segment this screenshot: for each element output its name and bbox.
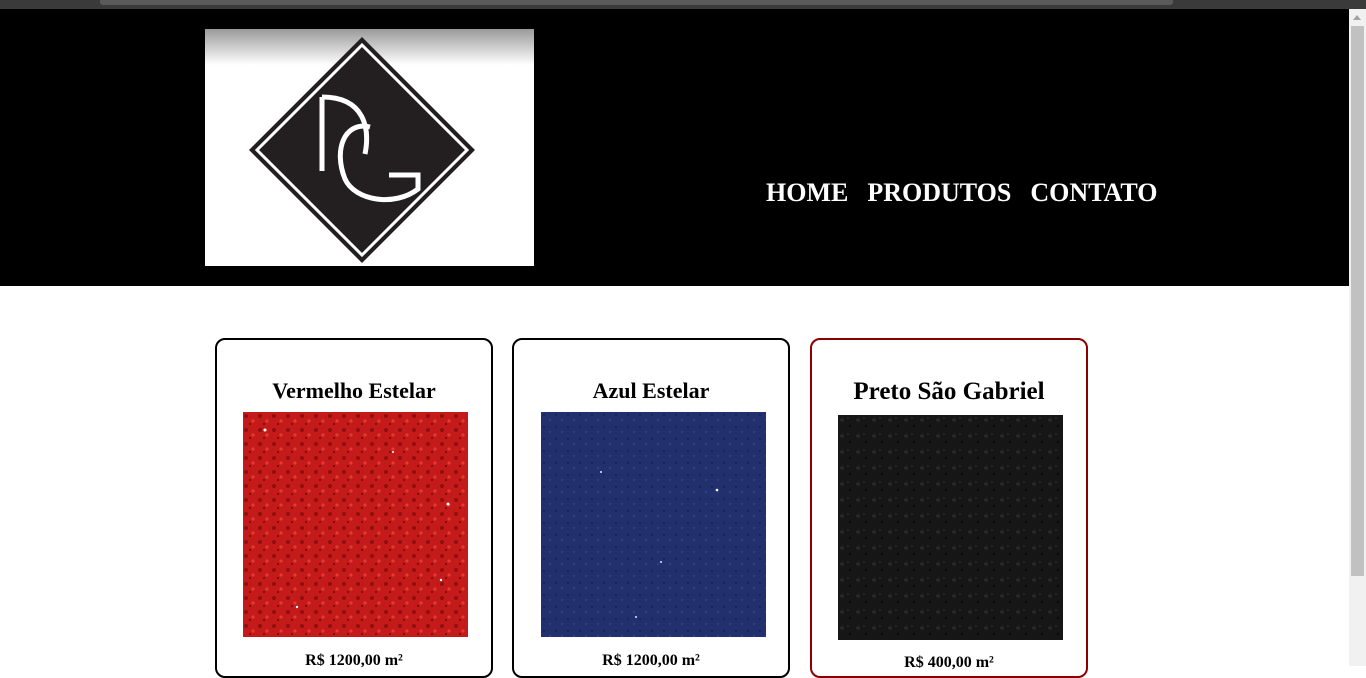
product-card[interactable]: Vermelho Estelar R$ 1200,00 m² [215,338,493,678]
nav-home-link[interactable]: HOME [766,175,848,211]
browser-top-strip [0,0,1366,9]
scrollbar-thumb[interactable] [1351,26,1364,576]
product-image [838,415,1063,640]
nav-contato-link[interactable]: CONTATO [1030,175,1157,211]
vertical-scrollbar[interactable] [1349,9,1366,666]
product-card-active[interactable]: Preto São Gabriel R$ 400,00 m² [810,338,1088,678]
site-header: DG HOME PRODUTOS CONTATO [0,9,1349,286]
product-price: R$ 400,00 m² [904,654,994,671]
main-nav: HOME PRODUTOS CONTATO [766,175,1157,211]
scroll-up-icon[interactable] [1349,9,1366,26]
product-title: Azul Estelar [592,378,710,403]
product-card[interactable]: Azul Estelar R$ 1200,00 m² [512,338,790,678]
browser-top-strip-bar [100,0,1173,5]
product-price: R$ 1200,00 m² [305,652,403,669]
product-title: Preto São Gabriel [853,378,1045,405]
product-image [541,412,766,637]
product-image [243,412,468,637]
product-price: R$ 1200,00 m² [602,652,700,669]
dg-logo-icon: DG [249,37,475,263]
nav-produtos-link[interactable]: PRODUTOS [867,175,1011,211]
logo[interactable]: DG [205,29,534,266]
product-title: Vermelho Estelar [272,378,436,403]
